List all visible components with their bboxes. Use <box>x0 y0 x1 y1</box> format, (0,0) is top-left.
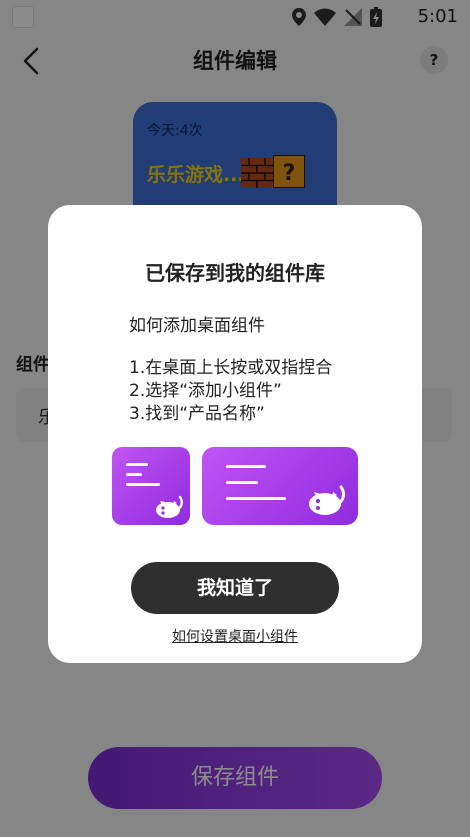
dialog-subtitle: 如何添加桌面组件 <box>129 316 265 336</box>
widget-setup-help-link[interactable]: 如何设置桌面小组件 <box>48 626 422 646</box>
got-it-button[interactable]: 我知道了 <box>131 562 339 614</box>
instruction-step: 3.找到“产品名称” <box>129 404 265 424</box>
saved-dialog: 已保存到我的组件库 如何添加桌面组件 1.在桌面上长按或双指捏合 2.选择“添加… <box>48 205 422 663</box>
wide-widget-illustration <box>202 447 358 525</box>
instruction-step: 1.在桌面上长按或双指捏合 <box>129 358 333 378</box>
cat-icon <box>309 485 345 515</box>
small-widget-illustration <box>112 447 190 525</box>
instruction-step: 2.选择“添加小组件” <box>129 381 282 401</box>
cat-icon <box>156 495 183 518</box>
dialog-title: 已保存到我的组件库 <box>145 261 325 285</box>
